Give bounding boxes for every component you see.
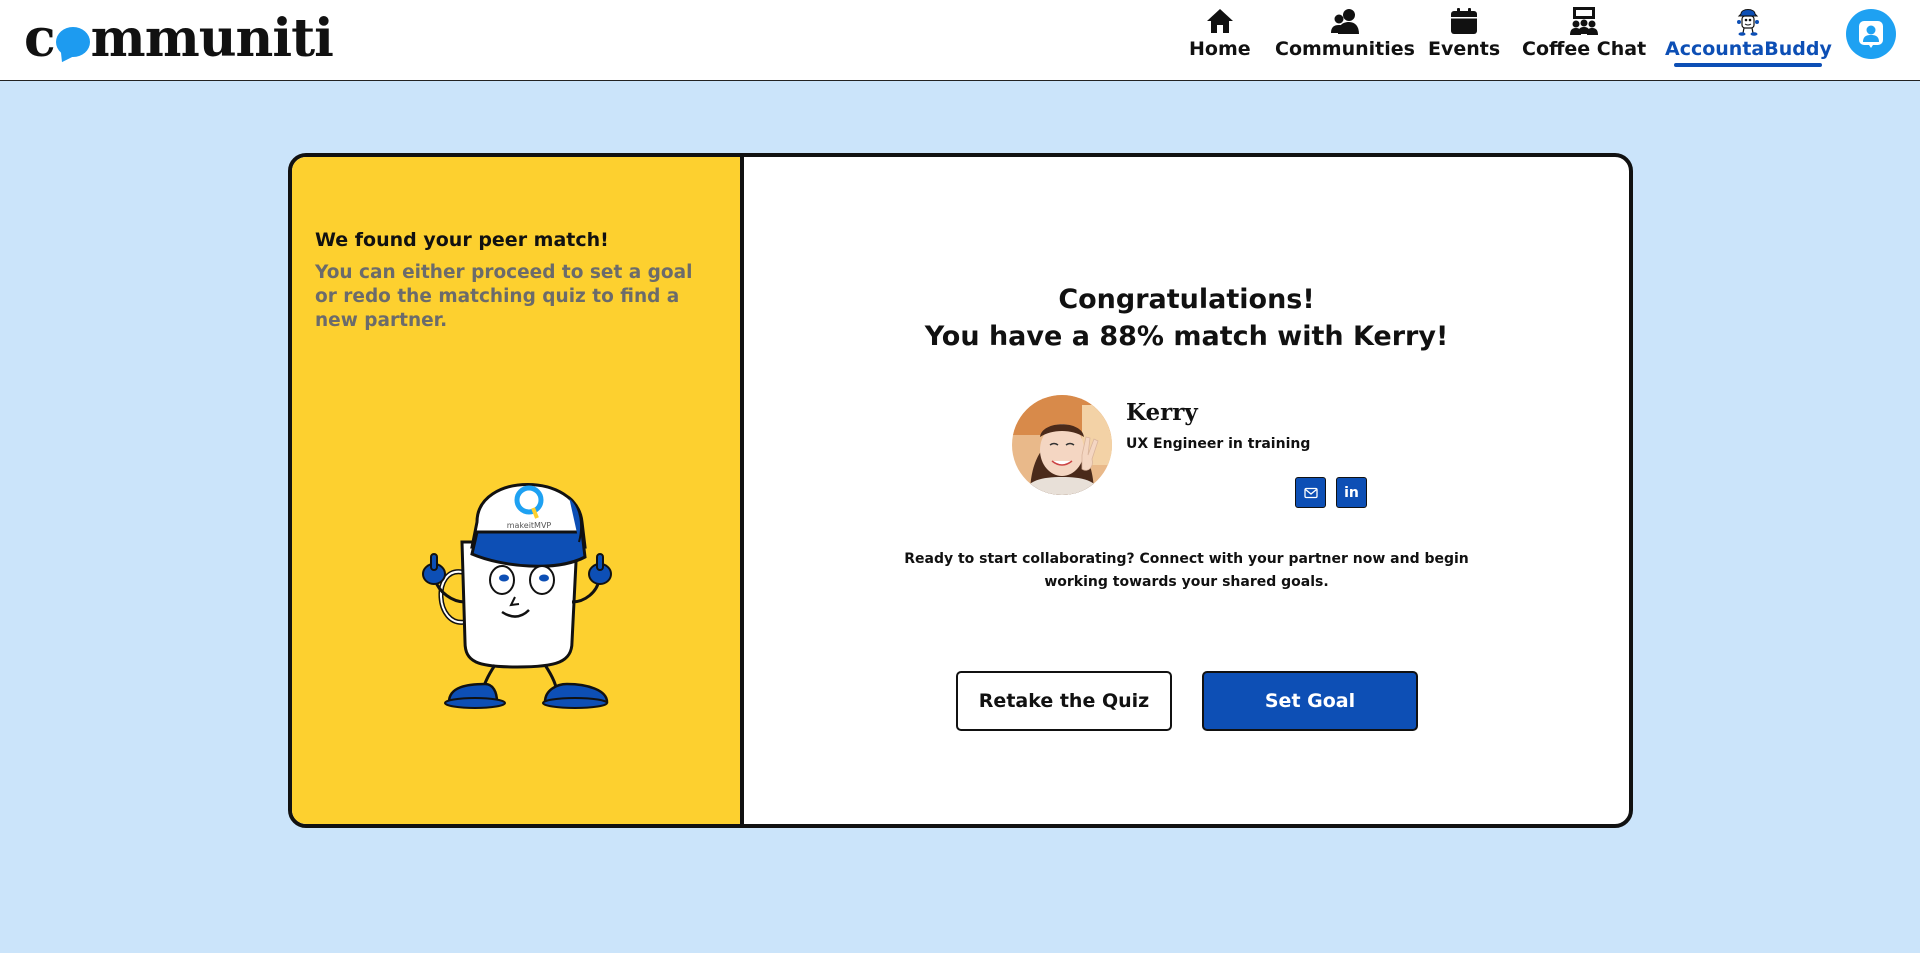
congrats-line-2: You have a 88% match with Kerry! [924, 321, 1449, 352]
congratulations-heading: Congratulations! You have a 88% match wi… [744, 281, 1629, 355]
match-result-card: We found your peer match! You can either… [288, 153, 1633, 828]
home-icon [1206, 9, 1233, 33]
nav-home-label: Home [1189, 38, 1251, 60]
logo-letter-c: c [24, 7, 56, 69]
nav-events[interactable]: Events [1428, 6, 1500, 60]
communities-icon [1330, 9, 1359, 34]
set-goal-button[interactable]: Set Goal [1202, 671, 1418, 731]
email-button[interactable] [1295, 477, 1326, 508]
match-name: Kerry [1126, 399, 1198, 426]
communiti-logo[interactable]: c mmuniti [24, 7, 334, 69]
top-navbar: c mmuniti Home Communities Events Coffee… [0, 0, 1920, 81]
nav-coffee-chat[interactable]: Coffee Chat [1522, 6, 1646, 60]
active-tab-underline [1674, 63, 1823, 67]
nav-coffee-chat-label: Coffee Chat [1522, 38, 1647, 60]
match-role: UX Engineer in training [1126, 436, 1311, 452]
coffee-chat-icon [1570, 7, 1599, 35]
linkedin-icon: in [1344, 484, 1359, 501]
email-icon [1303, 487, 1318, 498]
panel-description: You can either proceed to set a goal or … [315, 262, 693, 331]
congrats-line-1: Congratulations! [1058, 284, 1315, 315]
calendar-icon [1451, 8, 1478, 34]
retake-quiz-button[interactable]: Retake the Quiz [956, 671, 1172, 731]
logo-text-rest: mmuniti [90, 7, 334, 69]
info-panel: We found your peer match! You can either… [292, 157, 744, 824]
match-panel: Congratulations! You have a 88% match wi… [744, 157, 1629, 824]
logo-chat-bubble-icon [55, 27, 90, 57]
cap-brand-text: makeitMVP [507, 521, 552, 530]
collaboration-prompt: Ready to start collaborating? Connect wi… [904, 551, 1469, 590]
panel-title: We found your peer match! [315, 229, 609, 251]
linkedin-button[interactable]: in [1336, 477, 1367, 508]
kerry-profile-photo [1012, 395, 1112, 495]
nav-home[interactable]: Home [1189, 6, 1251, 60]
user-profile-icon [1859, 21, 1883, 48]
profile-button[interactable] [1846, 9, 1896, 59]
nav-events-label: Events [1428, 38, 1501, 60]
nav-accountabuddy[interactable]: AccountaBuddy [1665, 6, 1832, 67]
nav-communities-label: Communities [1275, 38, 1415, 60]
mug-mascot-illustration: makeitMVP [422, 483, 612, 709]
nav-communities[interactable]: Communities [1275, 6, 1415, 60]
accountabuddy-mascot-icon [1737, 9, 1760, 36]
nav-accountabuddy-label: AccountaBuddy [1665, 38, 1832, 60]
